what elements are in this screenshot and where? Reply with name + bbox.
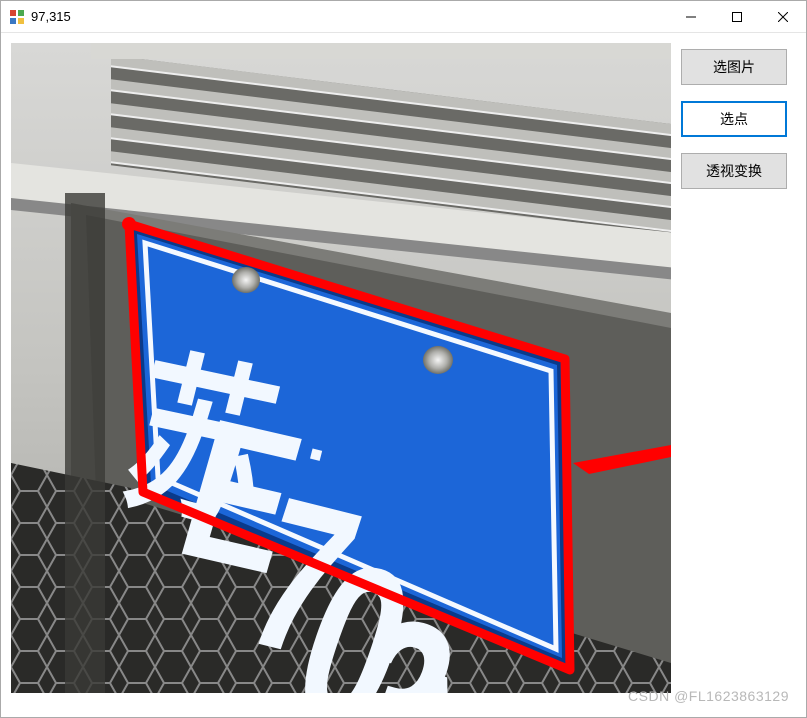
select-image-button[interactable]: 选图片 <box>681 49 787 85</box>
app-icon <box>9 9 25 25</box>
perspective-transform-button[interactable]: 透视变换 <box>681 153 787 189</box>
titlebar: 97,315 <box>1 1 806 33</box>
maximize-button[interactable] <box>714 1 760 32</box>
window-controls <box>668 1 806 32</box>
select-points-button[interactable]: 选点 <box>681 101 787 137</box>
minimize-button[interactable] <box>668 1 714 32</box>
button-panel: 选图片 选点 透视变换 <box>681 43 787 707</box>
client-area: 苏 E · 7 0 3 Y 5 <box>1 33 806 717</box>
app-window: 97,315 <box>0 0 807 718</box>
window-title: 97,315 <box>31 9 668 24</box>
image-canvas[interactable]: 苏 E · 7 0 3 Y 5 <box>11 43 671 693</box>
close-button[interactable] <box>760 1 806 32</box>
